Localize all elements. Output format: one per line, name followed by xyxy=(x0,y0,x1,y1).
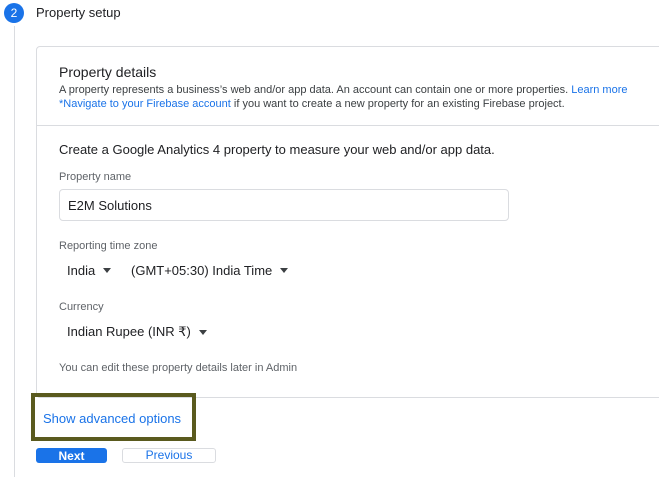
step-connector-line xyxy=(14,26,15,477)
card-header: Property details A property represents a… xyxy=(37,47,659,126)
firebase-account-link[interactable]: *Navigate to your Firebase account xyxy=(59,98,231,110)
caret-down-icon xyxy=(280,268,289,273)
learn-more-link[interactable]: Learn more xyxy=(571,84,627,96)
property-name-input[interactable] xyxy=(59,189,509,221)
timezone-select[interactable]: (GMT+05:30) India Time xyxy=(131,263,289,278)
next-button[interactable]: Next xyxy=(36,448,107,463)
timezone-label: Reporting time zone xyxy=(59,240,158,252)
caret-down-icon xyxy=(103,268,112,273)
form-intro: Create a Google Analytics 4 property to … xyxy=(59,142,495,157)
currency-value: Indian Rupee (INR ₹) xyxy=(67,324,191,339)
show-advanced-options-link[interactable]: Show advanced options xyxy=(43,411,181,426)
country-select[interactable]: India xyxy=(67,263,112,278)
description-text-2: if you want to create a new property for… xyxy=(233,98,565,110)
edit-later-note: You can edit these property details late… xyxy=(59,362,298,374)
currency-label: Currency xyxy=(59,301,104,313)
step-number-badge: 2 xyxy=(4,3,24,23)
currency-select[interactable]: Indian Rupee (INR ₹) xyxy=(67,324,207,340)
property-name-label: Property name xyxy=(59,171,132,183)
caret-down-icon xyxy=(198,329,207,335)
step-title: Property setup xyxy=(36,5,121,20)
description-text: A property represents a business’s web a… xyxy=(59,84,569,96)
country-value: India xyxy=(67,263,96,278)
card-description: A property represents a business’s web a… xyxy=(59,83,659,111)
card-title: Property details xyxy=(59,64,157,80)
previous-button[interactable]: Previous xyxy=(122,448,216,463)
property-details-card: Property details A property represents a… xyxy=(36,46,659,398)
timezone-value: (GMT+05:30) India Time xyxy=(131,263,273,278)
